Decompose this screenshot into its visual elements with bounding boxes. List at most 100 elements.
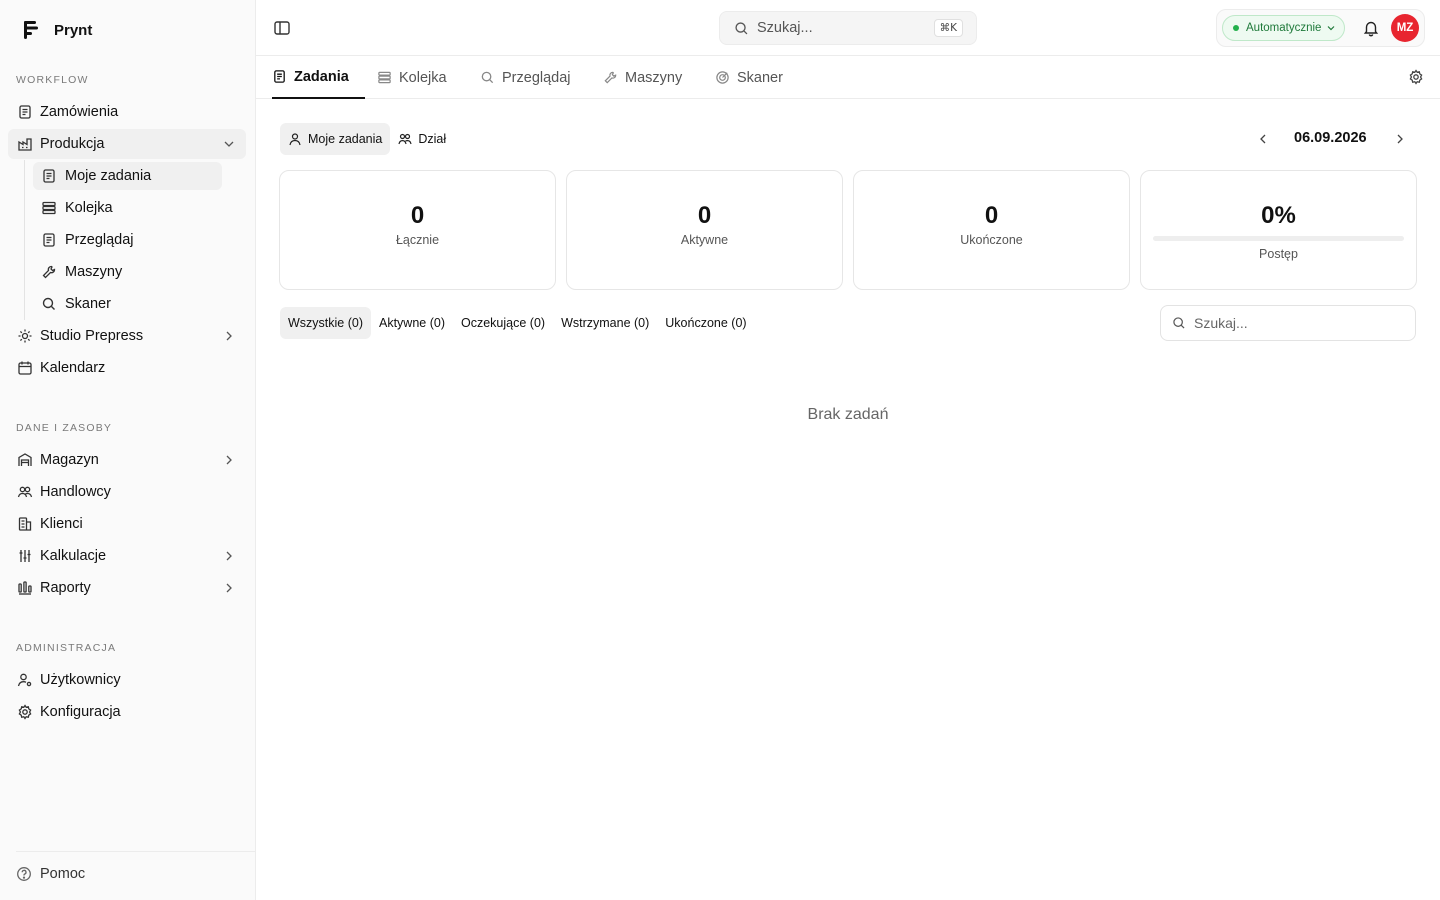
users-group-icon (398, 133, 412, 145)
sidebar-item-config[interactable]: Konfiguracja (8, 697, 246, 727)
global-search-input[interactable] (757, 20, 917, 36)
date-navigator: 06.09.2026 (1252, 126, 1412, 152)
filter-all[interactable]: Wszystkie (0) (280, 307, 371, 339)
stat-value: 0 (984, 202, 999, 229)
sliders-icon (19, 550, 31, 562)
sidebar-item-sales[interactable]: Handlowcy (8, 477, 246, 507)
filter-done[interactable]: Ukończone (0) (657, 307, 754, 339)
chevron-down-icon[interactable] (222, 137, 236, 151)
sidebar-subitem-label: Maszyny (65, 264, 123, 280)
tab-machines[interactable]: Maszyny (603, 56, 682, 99)
gear-icon[interactable] (1408, 69, 1424, 85)
sidebar-item-warehouse[interactable]: Magazyn (8, 445, 246, 475)
section-label-resources: DANE I ZASOBY (16, 422, 113, 434)
module-tabs: Zadania Kolejka Przeglądaj Maszyny Skane… (256, 56, 1440, 99)
status-dot (1233, 25, 1239, 31)
sidebar-item-label: Handlowcy (40, 484, 111, 500)
sun-icon (18, 329, 32, 343)
sidebar-subitem-label: Moje zadania (65, 168, 152, 184)
sidebar-subitem-scanner[interactable]: Skaner (33, 290, 222, 318)
chevron-right-icon[interactable] (222, 581, 236, 595)
sidebar-item-label: Użytkownicy (40, 672, 121, 688)
chevron-right-icon[interactable] (222, 329, 236, 343)
bell-icon[interactable] (1362, 19, 1380, 37)
gear-icon (18, 704, 32, 720)
sidebar-item-studio-prepress[interactable]: Studio Prepress (8, 321, 246, 351)
status-filters: Wszystkie (0) Aktywne (0) Oczekujące (0)… (280, 307, 755, 339)
help-link[interactable]: Pomoc (16, 866, 85, 882)
wrench-icon (604, 71, 617, 84)
sidebar-item-label: Produkcja (40, 136, 105, 152)
task-search[interactable] (1160, 305, 1416, 341)
scope-toggle: Moje zadania Dział (280, 123, 454, 155)
sidebar-item-label: Kalendarz (40, 360, 106, 376)
clipboard-icon (43, 233, 55, 247)
user-cog-icon (17, 673, 32, 687)
sidebar-subitem-queue[interactable]: Kolejka (33, 194, 222, 222)
chart-bars-icon (18, 581, 32, 595)
stat-label: Ukończone (960, 233, 1023, 247)
tab-browse[interactable]: Przeglądaj (480, 56, 571, 99)
tab-label: Skaner (737, 69, 783, 86)
sidebar-item-label: Klienci (40, 516, 83, 532)
task-search-input[interactable] (1194, 315, 1394, 331)
sidebar-item-orders[interactable]: Zamówienia (8, 97, 246, 127)
tab-label: Przeglądaj (502, 69, 571, 86)
chevron-right-icon[interactable] (222, 549, 236, 563)
filter-pending[interactable]: Oczekujące (0) (453, 307, 553, 339)
filter-active[interactable]: Aktywne (0) (371, 307, 453, 339)
filter-paused[interactable]: Wstrzymane (0) (553, 307, 657, 339)
sidebar-item-label: Zamówienia (40, 104, 119, 120)
sidebar-divider (16, 851, 255, 852)
sidebar-item-production[interactable]: Produkcja (8, 129, 246, 159)
search-icon (1173, 317, 1185, 329)
tab-label: Zadania (294, 68, 349, 85)
sidebar-item-label: Kalkulacje (40, 548, 107, 564)
scope-my-tasks-button[interactable]: Moje zadania (280, 123, 391, 155)
sidebar-subitem-label: Przeglądaj (65, 232, 134, 248)
sidebar-toggle-icon[interactable] (272, 18, 292, 38)
mode-selector[interactable]: Automatycznie (1222, 15, 1345, 41)
sidebar-item-users[interactable]: Użytkownicy (8, 665, 246, 695)
sidebar-subitem-browse[interactable]: Przeglądaj (33, 226, 222, 254)
global-search[interactable]: ⌘K (719, 11, 977, 45)
scope-label: Moje zadania (308, 132, 383, 146)
stat-value: 0 (697, 202, 712, 229)
header-actions: Automatycznie MZ (1216, 9, 1425, 47)
tab-tasks[interactable]: Zadania (272, 56, 365, 99)
sidebar-item-reports[interactable]: Raporty (8, 573, 246, 603)
sidebar-subitem-machines[interactable]: Maszyny (33, 258, 222, 286)
help-circle-icon (17, 867, 31, 881)
sidebar: Prynt WORKFLOW Zamówienia Produkcja Moje… (0, 0, 256, 900)
scope-department-button[interactable]: Dział (390, 123, 454, 155)
orders-icon (19, 105, 31, 119)
clipboard-icon (274, 70, 285, 83)
current-date[interactable]: 06.09.2026 (1294, 130, 1367, 146)
progress-bar (1153, 236, 1404, 241)
brand[interactable]: Prynt (22, 20, 92, 40)
calendar-icon (18, 361, 32, 375)
stat-card-active: 0 Aktywne (566, 170, 843, 290)
wrench-icon (42, 265, 56, 279)
chevron-right-icon[interactable] (222, 453, 236, 467)
tab-queue[interactable]: Kolejka (377, 56, 447, 99)
sidebar-item-label: Studio Prepress (40, 328, 144, 344)
help-label: Pomoc (40, 866, 86, 882)
stack-icon (378, 71, 391, 84)
search-icon (42, 297, 55, 310)
chevron-right-icon[interactable] (1393, 132, 1407, 146)
factory-icon (18, 138, 32, 151)
chevron-left-icon[interactable] (1256, 132, 1270, 146)
empty-state-message: Brak zadań (807, 406, 889, 423)
sidebar-item-clients[interactable]: Klienci (8, 509, 246, 539)
stat-label: Aktywne (680, 233, 729, 247)
scope-label: Dział (418, 132, 447, 146)
sidebar-item-calculations[interactable]: Kalkulacje (8, 541, 246, 571)
sidebar-subitem-my-tasks[interactable]: Moje zadania (33, 162, 222, 190)
tab-scanner[interactable]: Skaner (715, 56, 783, 99)
stat-label: Łącznie (395, 233, 440, 247)
avatar[interactable]: MZ (1391, 14, 1419, 42)
stat-card-done: 0 Ukończone (853, 170, 1130, 290)
sidebar-item-calendar[interactable]: Kalendarz (8, 353, 246, 383)
section-label-admin: ADMINISTRACJA (16, 642, 117, 654)
